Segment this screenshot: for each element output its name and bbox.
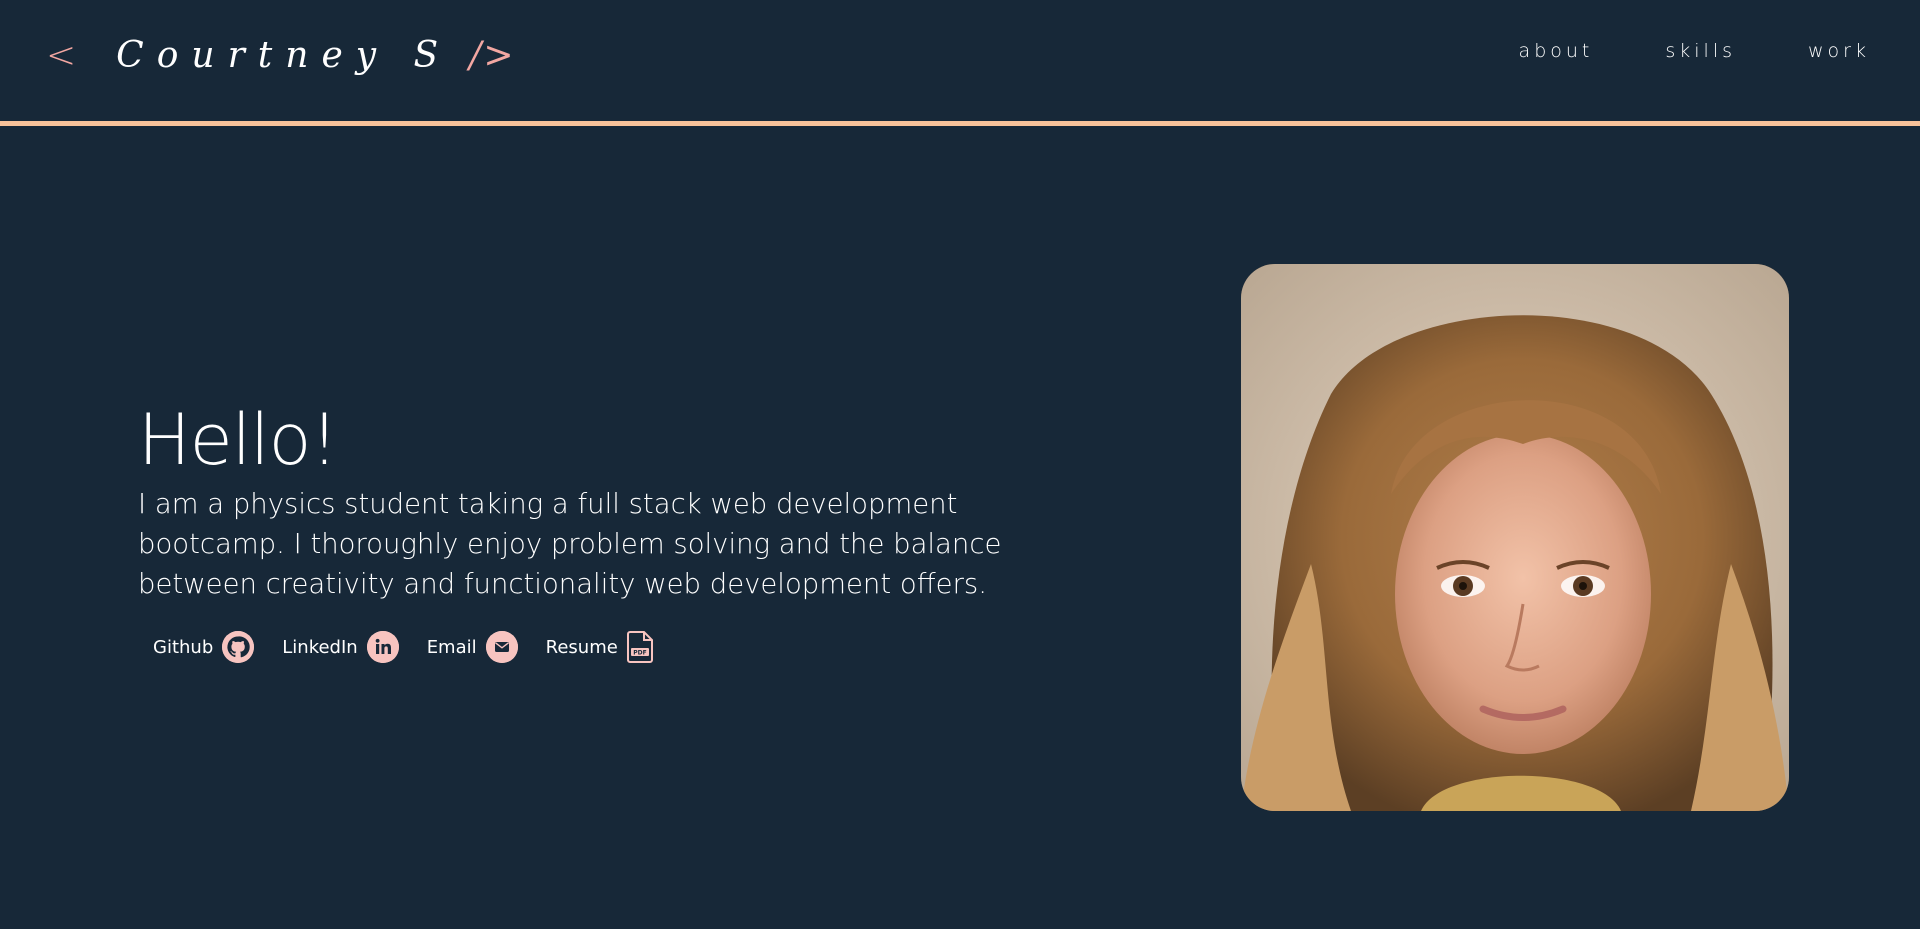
resume-label: Resume [545,636,618,658]
logo-open-bracket: < [46,34,91,76]
nav-link-skills[interactable]: skills [1665,40,1736,62]
email-link[interactable]: Email [427,631,518,663]
resume-link[interactable]: Resume PDF [546,630,655,664]
portfolio-page: < Courtney S /> about skills work Hello!… [0,0,1920,929]
pdf-icon: PDF [626,630,655,664]
svg-text:PDF: PDF [633,649,646,656]
profile-photo [1241,264,1789,811]
main-nav: about skills work [1447,40,1870,62]
hero-greeting: Hello! [138,399,339,481]
site-header: < Courtney S /> about skills work [0,0,1920,126]
logo-name: Courtney S [116,34,452,76]
linkedin-link[interactable]: LinkedIn [282,631,399,663]
hero-section: Hello! I am a physics student taking a f… [138,398,1138,664]
logo-close-bracket: /> [469,34,516,76]
github-icon [222,631,255,663]
github-label: Github [153,636,214,658]
email-label: Email [426,636,477,658]
linkedin-label: LinkedIn [282,636,358,658]
logo-home-link[interactable]: < Courtney S /> [46,30,515,80]
hero-intro: I am a physics student taking a full sta… [138,488,1002,600]
linkedin-icon [366,631,399,663]
nav-link-work[interactable]: work [1808,40,1870,62]
nav-link-about[interactable]: about [1519,40,1594,62]
github-link[interactable]: Github [153,631,255,663]
email-icon [485,631,518,663]
contact-links: Github LinkedIn Email Resume PDF [153,630,1138,664]
